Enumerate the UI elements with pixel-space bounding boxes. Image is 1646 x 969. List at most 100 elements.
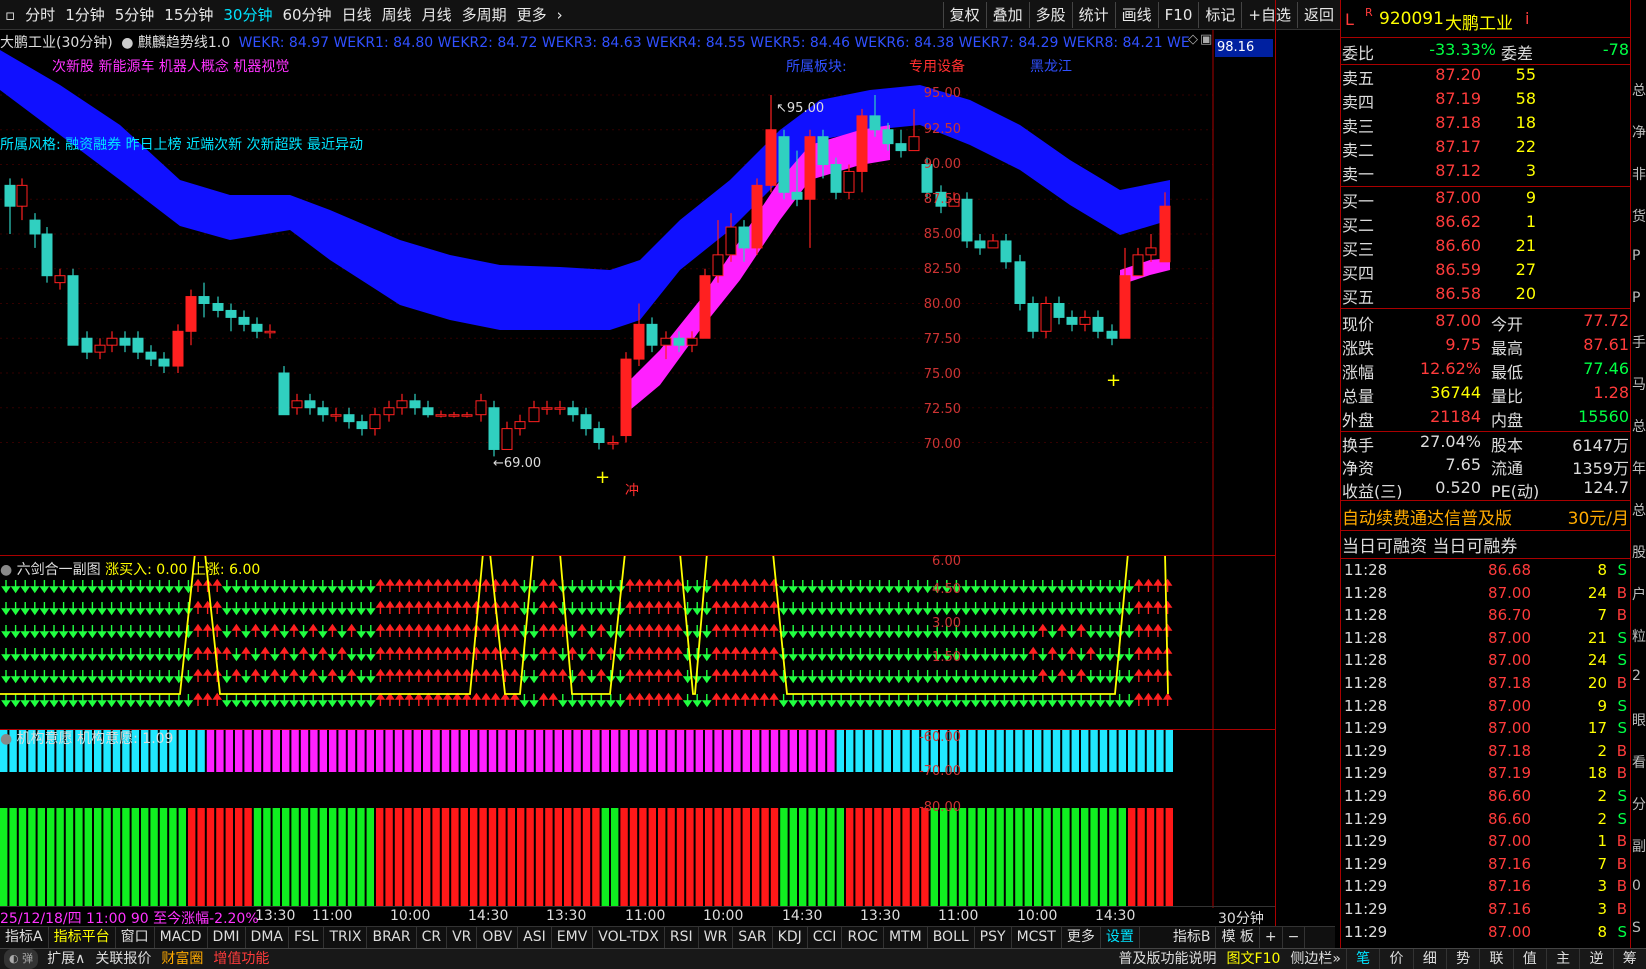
indicator-tab[interactable]: MACD [155,927,208,948]
panel-tab[interactable]: 主 [1545,949,1579,969]
indicator-tab[interactable]: VOL-TDX [593,927,665,948]
period-tab[interactable]: 60分钟 [277,2,336,28]
indicator-tab[interactable]: ASI [518,927,552,948]
toolbar-button[interactable]: 统计 [1071,2,1115,28]
indicator-tab[interactable]: TRIX [324,927,368,948]
indicator-tab[interactable]: 指标A [0,927,49,948]
candle-body [54,275,66,284]
panel-tab[interactable]: 笔 [1346,949,1379,969]
signal-arrow-up [759,623,770,637]
period-tab[interactable]: 5分钟 [110,2,160,28]
indicator-tab[interactable]: 更多 [1062,927,1101,948]
signal-arrow-down [250,580,261,594]
status-link[interactable]: 关联报价 [90,949,156,969]
y-axis-tick: 6.00 [932,554,961,569]
toolbar-button[interactable]: 叠加 [985,2,1029,28]
panel-tab[interactable]: 联 [1479,949,1512,969]
panel-tab[interactable]: 筹 [1612,949,1646,969]
period-tab[interactable]: 15分钟 [159,2,218,28]
panel-tab[interactable]: 逆 [1579,949,1612,969]
status-link[interactable]: 扩展∧ [42,949,90,969]
indicator-tab[interactable]: MTM [884,927,928,948]
toolbar-button[interactable]: 画线 [1114,2,1158,28]
indicator-tab[interactable]: WR [699,927,734,948]
intent-bar-bottom [282,808,290,906]
signal-arrow-down [922,602,933,616]
signal-arrow-down [970,625,981,639]
six-sword-subchart[interactable]: ● 六剑合一副图 涨买入: 0.00 上涨: 6.00 6.00 4.50 3.00… [0,554,1275,730]
indicator-tab[interactable]: DMI [208,927,246,948]
period-tab[interactable]: 30分钟 [218,2,277,28]
status-link[interactable]: 增值功能 [208,949,274,969]
status-link[interactable]: 侧边栏» [1285,949,1346,969]
indicator-tab[interactable]: BOLL [928,927,975,948]
indicator-tab[interactable]: RSI [665,927,699,948]
concept-tags[interactable]: 次新股 新能源车 机器人概念 机器视觉 [52,56,289,76]
indicator-tab[interactable]: OBV [477,927,519,948]
indicator-tab[interactable]: CR [417,927,448,948]
toolbar-button[interactable]: 多股 [1028,2,1072,28]
indicator-tab[interactable]: 设置 [1101,927,1140,948]
status-link[interactable]: 财富圈 [156,949,208,969]
maximize-icon[interactable]: ▣ [1200,32,1212,47]
period-label[interactable]: 30分钟 [1218,908,1264,928]
sector-value[interactable]: 专用设备 [909,56,965,76]
window-menu-icon[interactable]: ▫ [0,2,20,28]
intent-bar-top [535,730,544,772]
indicator-tab[interactable]: EMV [552,927,594,948]
region-value[interactable]: 黑龙江 [1030,56,1072,76]
ind2-toggle-icon[interactable]: ● [0,731,12,747]
ind1-toggle-icon[interactable]: ● [0,562,12,578]
indicator-tab[interactable]: 指标平台 [49,927,116,948]
level-label: 卖四 [1342,93,1375,112]
indicator-tab[interactable]: VR [447,927,478,948]
info-icon[interactable]: i [1525,9,1529,28]
toggle-switch-icon[interactable]: ◐ 弹 [4,949,39,969]
indicator-tab[interactable]: − [1283,927,1306,948]
period-tab[interactable]: 月线 [417,2,457,28]
style-tags[interactable]: 所属风格: 融资融券 昨日上榜 近端次新 次新超跌 最近异动 [0,134,363,154]
indicator-tab[interactable]: CCI [808,927,843,948]
panel-tab[interactable]: 值 [1512,949,1546,969]
panel-tab[interactable]: 势 [1445,949,1479,969]
indicator-tab[interactable]: SAR [733,927,773,948]
signal-arrow-up [452,623,463,637]
period-tab[interactable]: 更多 [512,2,552,28]
toolbar-button[interactable]: 标记 [1198,2,1241,28]
indicator-tab[interactable]: 模 板 [1216,927,1260,948]
indicator-tab[interactable]: BRAR [367,927,417,948]
panel-tab[interactable]: 价 [1379,949,1412,969]
main-kline-chart[interactable]: + + 大鹏工业(30分钟) ● 麒麟趋势线1.0 WEKR: 84.97 WEK… [0,30,1275,556]
indicator-tab[interactable]: + [1260,927,1283,948]
indicator-tab[interactable]: KDJ [773,927,808,948]
period-tab[interactable]: 1分钟 [60,2,110,28]
status-link[interactable]: 普及版功能说明 [1114,949,1222,969]
ind2-title[interactable]: 机构意愿 [17,731,73,747]
period-tab[interactable]: 多周期 [457,2,512,28]
more-chevron-icon[interactable]: › [552,2,568,28]
signal-arrow-up [500,692,511,706]
signal-arrow-down [260,670,271,684]
status-link[interactable]: 图文F10 [1222,949,1286,969]
diamond-icon[interactable]: ◇ [1188,32,1198,47]
indicator-toggle-icon[interactable]: ● [121,35,133,51]
indicator-tab[interactable]: DMA [246,927,289,948]
indicator-tab[interactable]: ROC [842,927,884,948]
indicator-tab[interactable]: 窗口 [116,927,155,948]
ind1-title[interactable]: 六剑合一副图 [17,562,101,578]
toolbar-button[interactable]: +自选 [1241,2,1297,28]
period-tab[interactable]: 周线 [377,2,417,28]
toolbar-button[interactable]: 返回 [1296,2,1340,28]
toolbar-button[interactable]: F10 [1157,2,1199,28]
indicator-tab[interactable]: PSY [975,927,1012,948]
indicator-name[interactable]: 麒麟趋势线1.0 [138,35,230,51]
ad-row[interactable]: 自动续费通达信普及版 30元/月 [1341,504,1631,529]
indicator-tab[interactable]: FSL [289,927,325,948]
period-tab[interactable]: 分时 [20,2,60,28]
indicator-tab[interactable]: 指标B [1168,927,1217,948]
period-tab[interactable]: 日线 [337,2,377,28]
toolbar-button[interactable]: 复权 [942,2,986,28]
indicator-tab[interactable]: MCST [1012,927,1062,948]
institution-intent-subchart[interactable]: ● 机构意愿 机构意愿: 1.09 -60.00 -70.00 -80.00 [0,730,1275,908]
panel-tab[interactable]: 细 [1412,949,1446,969]
